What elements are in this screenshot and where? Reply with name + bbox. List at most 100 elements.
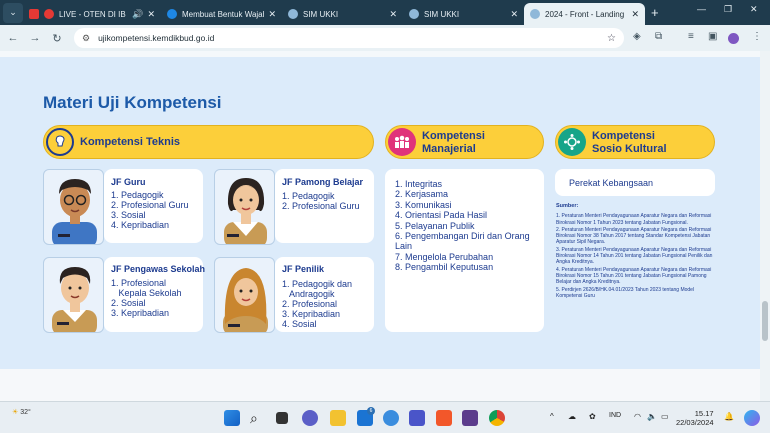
page-scrollbar[interactable] [760,51,770,401]
new-tab-icon[interactable]: + [651,5,659,20]
close-icon[interactable]: ✕ [510,9,518,20]
tab-bar: ⌄ LIVE - OTEN DI IB 🔊 ✕ Membuat Bentuk W… [0,0,770,25]
meet-icon[interactable] [302,410,318,426]
list-item: 3. Kepribadian [111,308,170,318]
language-indicator[interactable]: IND [609,412,621,419]
live-icon [44,9,54,19]
tab-label: Membuat Bentuk Wajah [182,9,265,19]
chrome-icon[interactable] [489,410,505,426]
list-item: 2. Sosial [111,298,146,308]
card-list: 1. Pedagogik dan Andragogik 2. Profesion… [282,279,352,329]
tab-1[interactable]: LIVE - OTEN DI IB 🔊 ✕ [23,3,161,25]
forward-icon[interactable]: → [24,32,46,44]
list-item: 2. Kerjasama [395,189,449,200]
address-bar: ← → ↻ ⚙ ujikompetensi.kemdikbud.go.id ☆ … [0,25,770,51]
clock[interactable]: 15.17 22/03/2024 [676,409,714,427]
reference-item: 4. Peraturan Menteri Pendayagunaan Apara… [556,266,712,286]
tab-4[interactable]: SIM UKKI ✕ [403,3,524,25]
card-title: JF Pengawas Sekolah [111,264,206,274]
kompetensi-teknis-header: Kompetensi Teknis [43,125,374,159]
tab-5[interactable]: 2024 - Front - Landing P ✕ [524,3,645,25]
window-close-icon[interactable]: ✕ [750,4,758,15]
reference-item: 3. Peraturan Menteri Pendayagunaan Apara… [556,246,713,266]
tab-label: 2024 - Front - Landing P [545,9,628,19]
sumber-heading: Sumber: [556,203,579,209]
header-edge [0,51,760,57]
bookmark-star-icon[interactable]: ☆ [607,33,616,44]
tab-3[interactable]: SIM UKKI ✕ [282,3,403,25]
list-item: 2. Profesional Guru [282,201,360,211]
globe-icon [558,128,586,156]
file-explorer-icon[interactable] [330,410,346,426]
battery-icon[interactable]: ▭ [661,412,669,421]
tab-label: SIM UKKI [424,9,460,19]
avatar-pengawas-sekolah [43,257,104,333]
scrollbar-thumb[interactable] [762,301,768,341]
card-title: JF Penilik [282,264,325,274]
copilot-icon[interactable] [383,410,399,426]
card-list: 1. Profesional Kepala Sekolah 2. Sosial … [111,278,182,318]
app-icon[interactable] [462,410,478,426]
windows-taskbar: ☀ 32° ⌕ 6 ^ ☁ ✿ IND ◠ 🔈 ▭ 15.17 22/03/20… [0,401,770,433]
teams-icon[interactable] [409,410,425,426]
speaker-icon[interactable]: 🔊 [132,9,143,20]
start-windows-icon[interactable] [224,410,240,426]
menu-icon[interactable]: ⋮ [752,31,762,42]
restore-icon[interactable]: ❐ [724,4,732,15]
reference-item: 1. Peraturan Menteri Pendayagunaan Apara… [556,213,712,226]
kompetensi-sosio-kultural-header: Kompetensi Sosio Kultural [555,125,715,159]
url-field[interactable]: ⚙ ujikompetensi.kemdikbud.go.id ☆ [74,28,624,48]
pill-label: Kompetensi Teknis [80,136,181,148]
site-info-icon[interactable]: ⚙ [82,33,90,44]
card-title: JF Guru [111,177,146,187]
clock-time: 15.17 [694,409,714,418]
back-icon[interactable]: ← [2,32,24,44]
extensions-puzzle-icon[interactable]: ⧉ [655,31,662,42]
tray-chevron-icon[interactable]: ^ [550,412,554,421]
close-icon[interactable]: ✕ [268,9,276,20]
task-view-icon[interactable] [276,412,288,424]
wifi-icon[interactable]: ◠ [634,412,641,421]
sidebar-icon[interactable]: ▣ [708,31,717,42]
reload-icon[interactable]: ↻ [46,32,68,45]
tab-2[interactable]: Membuat Bentuk Wajah ✕ [161,3,282,25]
copilot-app-icon[interactable] [744,410,760,426]
close-icon[interactable]: ✕ [147,9,155,20]
sosio-kultural-panel: Perekat Kebangsaan [555,169,715,196]
list-item: 2. Profesional Guru [111,200,189,210]
weather-widget[interactable]: ☀ 32° [12,409,31,417]
manajerial-panel: 1. Integritas 2. Kerjasama 3. Komunikasi… [385,169,544,332]
brain-icon [46,128,74,156]
close-icon[interactable]: ✕ [631,9,639,20]
page-title: Materi Uji Kompetensi [43,93,222,112]
reference-item: 2. Peraturan Menteri Pendayagunaan Apara… [556,226,712,246]
reference-item: 5. Perdirjen 2626/B/HK.04.01/2023 Tahun … [556,286,695,299]
brave-icon[interactable] [436,410,452,426]
pill-label-line1: Kompetensi [592,130,655,142]
volume-icon[interactable]: 🔈 [647,412,657,421]
minimize-icon[interactable]: — [697,4,706,14]
list-item: 1. Integritas [395,179,443,189]
youtube-icon [29,9,39,19]
list-item: 1. Pedagogik [111,190,164,200]
card-list: 1. Pedagogik 2. Profesional Guru 3. Sosi… [111,190,189,230]
pill-label-line2: Sosio Kultural [592,143,667,155]
onedrive-icon[interactable]: ☁ [568,412,576,421]
list-item: 1. Profesional [111,278,167,288]
notification-bell-icon[interactable]: 🔔 [724,412,734,421]
sumber-references: Sumber: 1. Peraturan Menteri Pendayaguna… [556,203,721,300]
search-icon[interactable]: ⌕ [250,410,266,426]
card-list: 1. Pedagogik 2. Profesional Guru [282,191,360,211]
copilot-tray-icon[interactable]: ✿ [589,412,596,421]
list-item: Lain [395,241,413,252]
extension-icon[interactable]: ◈ [633,31,641,42]
list-item: 1. Pedagogik dan [282,279,353,289]
tab-label: LIVE - OTEN DI IB [59,9,126,19]
tab-search-icon[interactable]: ⌄ [3,2,23,23]
list-item: 3. Kepribadian [282,309,341,319]
list-item: 6. Pengembangan Diri dan Orang [395,231,530,242]
profile-avatar[interactable] [728,33,739,44]
media-icon[interactable]: ≡ [688,31,694,42]
list-item: 1. Pedagogik [282,191,335,201]
close-icon[interactable]: ✕ [389,9,397,20]
